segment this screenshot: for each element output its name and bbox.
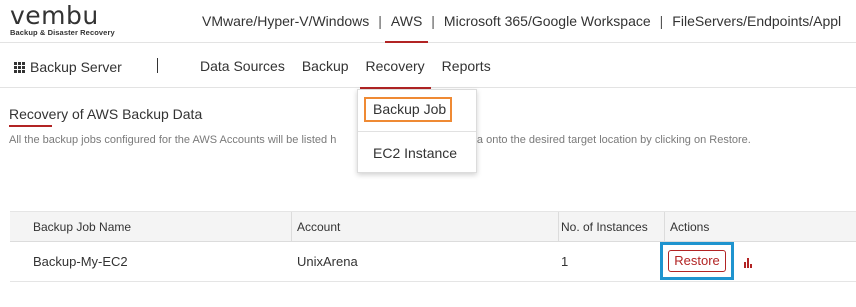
- nav-separator: |: [378, 13, 382, 29]
- tab-backup[interactable]: Backup: [302, 44, 349, 88]
- menu-item-backup-job[interactable]: Backup Job: [358, 97, 476, 122]
- nav-separator: |: [431, 13, 435, 29]
- vembu-logo[interactable]: vembu Backup & Disaster Recovery: [10, 1, 115, 38]
- nav-fileservers[interactable]: FileServers/Endpoints/Appl: [672, 0, 841, 42]
- top-bar: vembu Backup & Disaster Recovery VMware/…: [0, 0, 856, 43]
- tab-data-sources[interactable]: Data Sources: [200, 44, 285, 88]
- module-bar: Backup Server Data Sources Backup Recove…: [0, 44, 856, 89]
- menu-item-ec2-instance[interactable]: EC2 Instance: [358, 143, 476, 163]
- table-row[interactable]: Backup-My-EC2 UnixArena 1 Restore: [10, 242, 856, 282]
- column-header-actions: Actions: [670, 220, 710, 234]
- nav-vmware[interactable]: VMware/Hyper-V/Windows: [202, 0, 369, 42]
- recovery-dropdown: Backup Job EC2 Instance: [357, 89, 477, 173]
- column-header-job-name[interactable]: Backup Job Name: [10, 212, 292, 242]
- bar-chart-icon[interactable]: [744, 258, 754, 268]
- backup-server-label: Backup Server: [30, 59, 122, 75]
- description-right: ne data onto the desired target location…: [446, 134, 751, 146]
- cell-account: UnixArena: [297, 254, 358, 269]
- divider: [157, 58, 158, 73]
- logo-wordmark: vembu: [10, 1, 99, 30]
- page-title: Recovery of AWS Backup Data: [9, 106, 203, 122]
- description-left: All the backup jobs configured for the A…: [9, 134, 337, 146]
- nav-microsoft365[interactable]: Microsoft 365/Google Workspace: [444, 0, 651, 42]
- title-underline: [9, 125, 52, 127]
- column-header-instances[interactable]: No. of Instances: [559, 212, 665, 242]
- tab-reports[interactable]: Reports: [442, 44, 491, 88]
- menu-item-backup-job-label: Backup Job: [364, 97, 452, 122]
- menu-divider: [358, 131, 476, 132]
- restore-button[interactable]: Restore: [668, 250, 726, 272]
- logo-tagline: Backup & Disaster Recovery: [10, 28, 115, 37]
- tab-recovery[interactable]: Recovery: [359, 44, 431, 89]
- apps-grid-icon: [14, 61, 25, 73]
- cell-job-name: Backup-My-EC2: [33, 254, 128, 269]
- restore-highlight: Restore: [660, 242, 734, 280]
- cell-instances: 1: [561, 254, 569, 269]
- column-header-account[interactable]: Account: [292, 212, 559, 242]
- backup-server-menu[interactable]: Backup Server: [14, 59, 122, 75]
- table-header: Backup Job Name Account No. of Instances…: [10, 211, 856, 242]
- product-nav: VMware/Hyper-V/Windows | AWS | Microsoft…: [202, 0, 841, 43]
- nav-separator: |: [659, 13, 664, 29]
- nav-aws[interactable]: AWS: [384, 0, 429, 43]
- module-nav: Data Sources Backup Recovery Reports: [200, 44, 508, 89]
